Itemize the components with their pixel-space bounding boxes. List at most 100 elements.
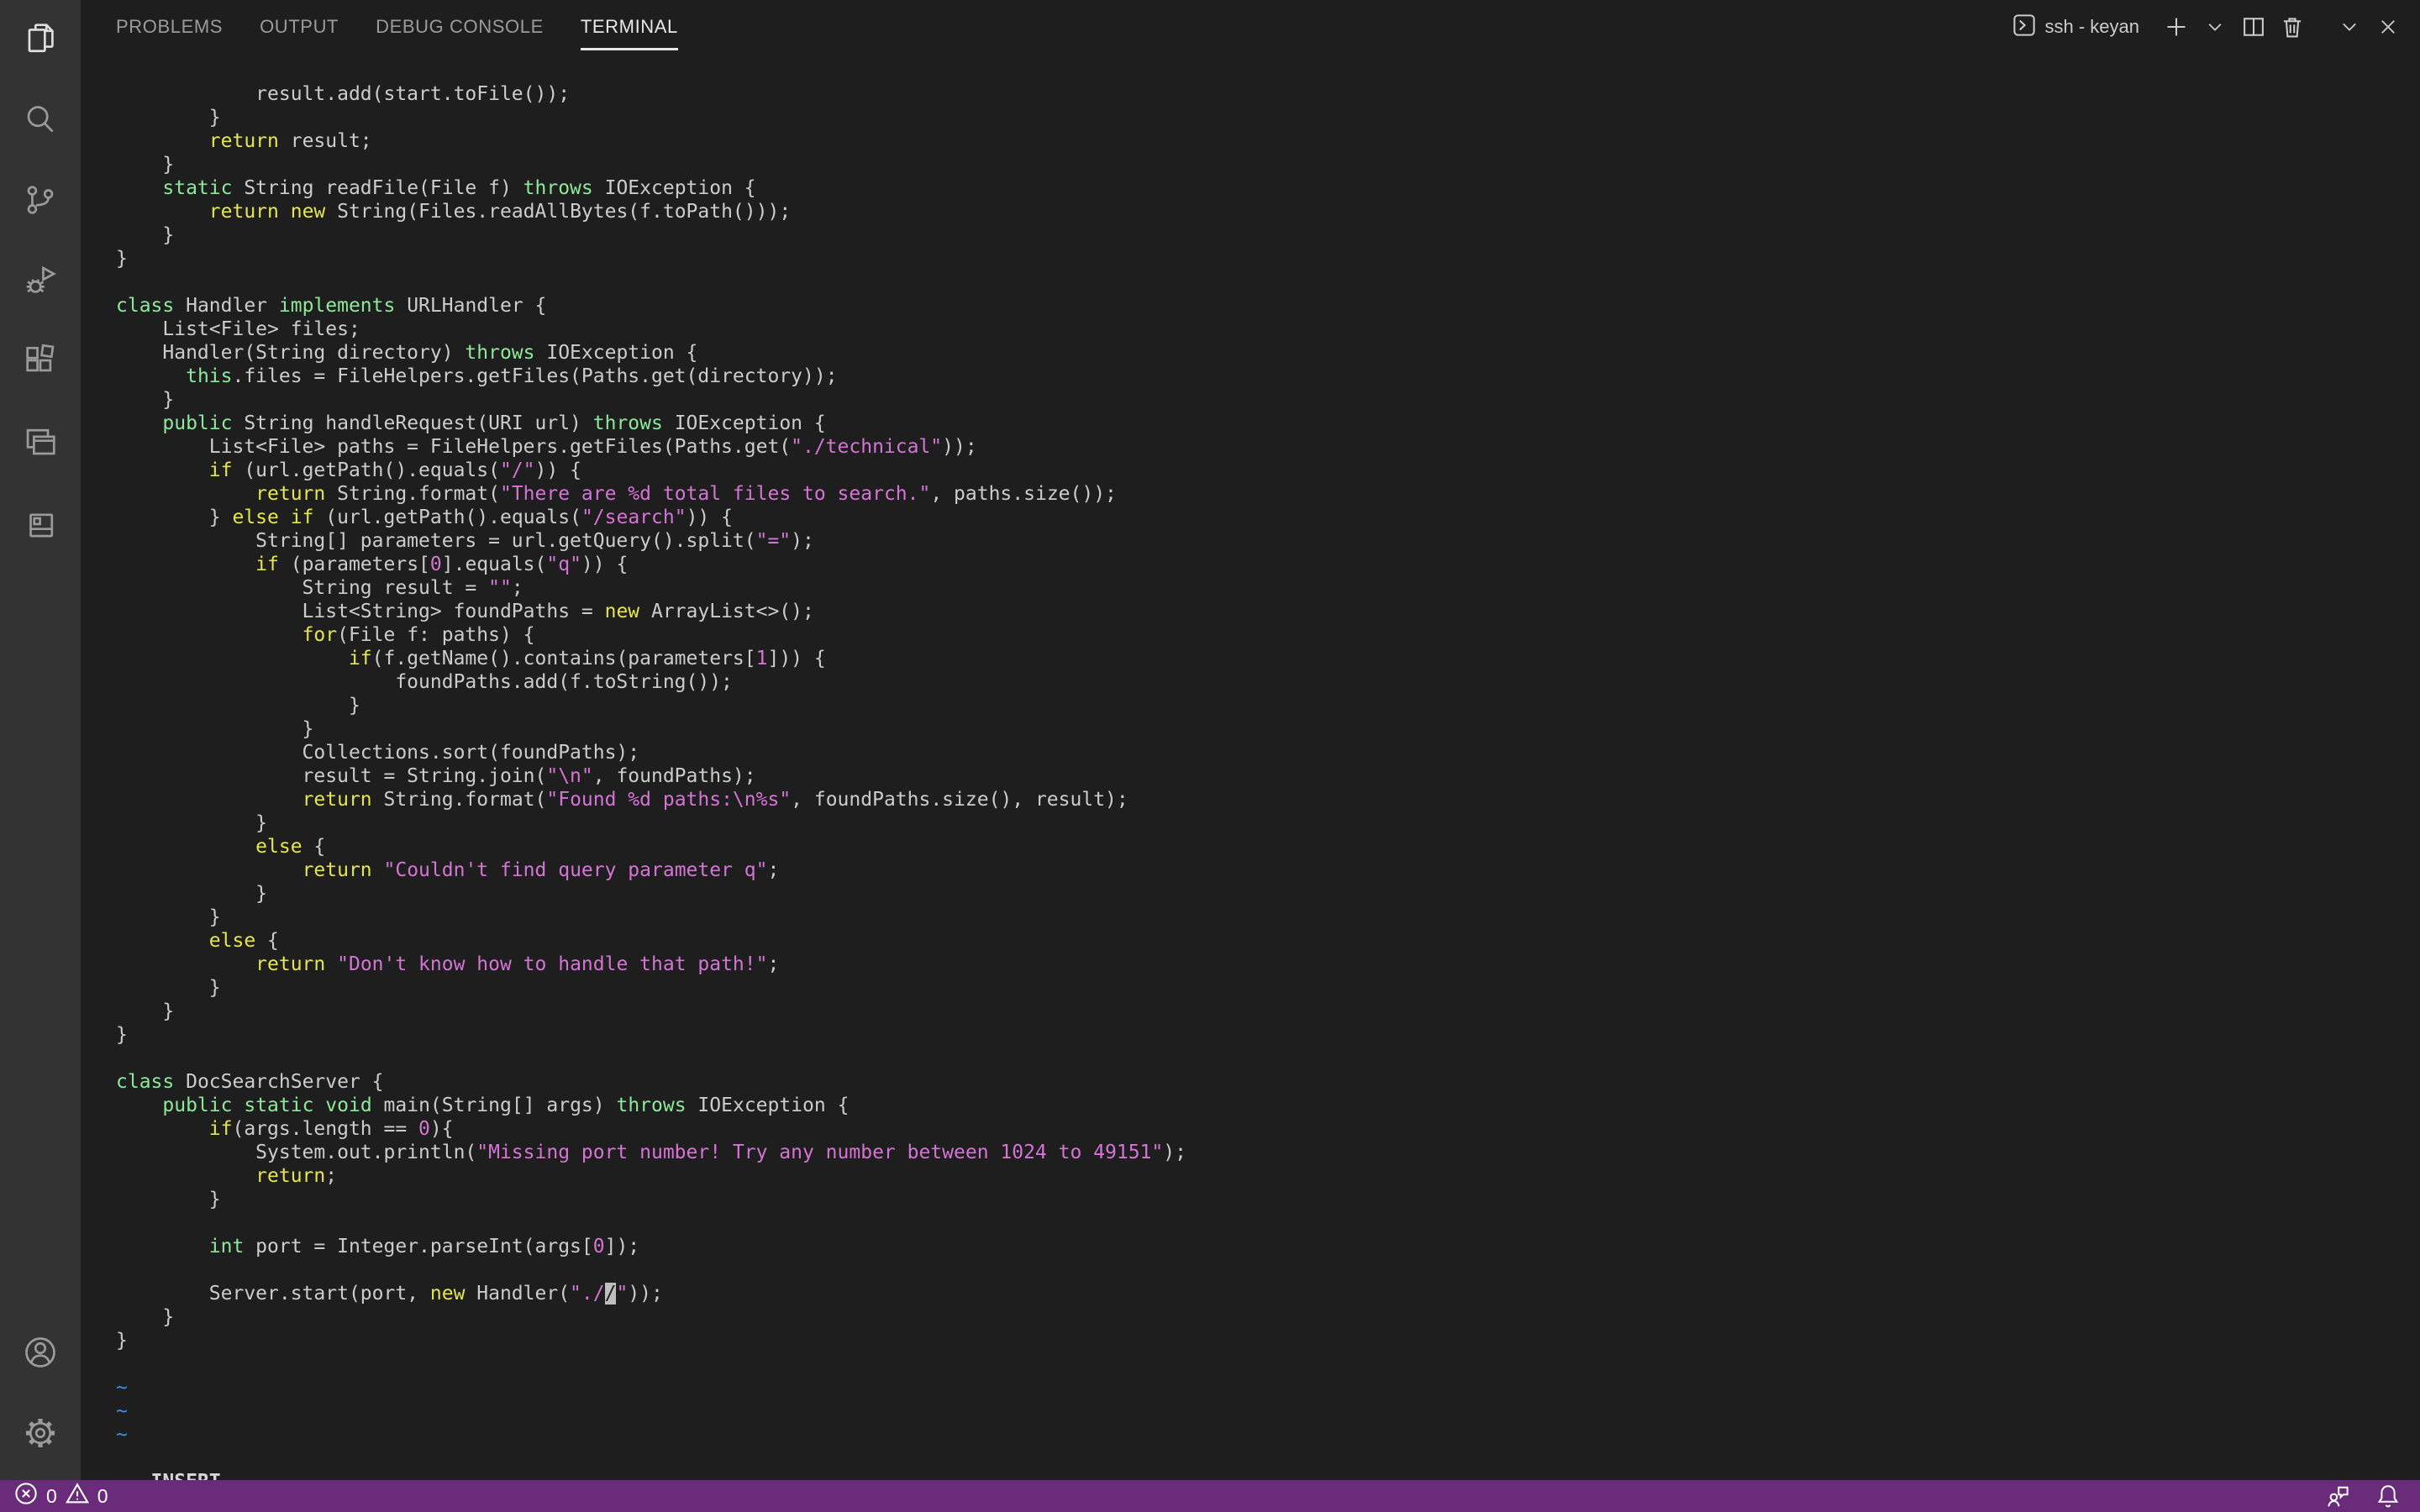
debug-bug-icon [21, 261, 60, 304]
terminal-line: return; [116, 1164, 1186, 1188]
terminal-line: foundPaths.add(f.toString()); [116, 670, 1186, 694]
terminal-line: Collections.sort(foundPaths); [116, 741, 1186, 764]
terminal-line: List<File> paths = FileHelpers.getFiles(… [116, 435, 1186, 459]
terminal-line: for(File f: paths) { [116, 623, 1186, 647]
terminal-line: } [116, 811, 1186, 835]
sidebar-item-panel-container[interactable] [0, 484, 81, 564]
terminal-session[interactable]: ssh - keyan [2012, 13, 2140, 42]
files-icon [21, 19, 60, 62]
error-icon [13, 1481, 39, 1511]
terminal-line: } [116, 717, 1186, 741]
extensions-icon [21, 342, 60, 385]
vscode-window: PROBLEMS OUTPUT DEBUG CONSOLE TERMINAL s… [0, 0, 2420, 1512]
terminal-line: } [116, 976, 1186, 1000]
terminal-line: ~ [116, 1376, 1186, 1399]
terminal-line: } else if (url.getPath().equals("/search… [116, 506, 1186, 529]
terminal-line [116, 1047, 1186, 1070]
terminal-line: } [116, 106, 1186, 129]
terminal-line: Handler(String directory) throws IOExcep… [116, 341, 1186, 365]
terminal-line: return "Don't know how to handle that pa… [116, 953, 1186, 976]
search-icon [21, 100, 60, 143]
kill-terminal-icon[interactable] [2279, 13, 2306, 40]
terminal-cursor: / [605, 1283, 617, 1305]
sidebar-item-search[interactable] [0, 81, 81, 161]
windows-icon [21, 423, 60, 465]
terminal-line: if (url.getPath().equals("/")) { [116, 459, 1186, 482]
terminal-panel: PROBLEMS OUTPUT DEBUG CONSOLE TERMINAL s… [81, 0, 2420, 1480]
terminal-line: return String.format("Found %d paths:\n%… [116, 788, 1186, 811]
new-terminal-icon[interactable] [2163, 13, 2190, 40]
feedback-icon[interactable] [2324, 1483, 2351, 1509]
terminal-line: public String handleRequest(URI url) thr… [116, 412, 1186, 435]
bell-icon[interactable] [2375, 1483, 2402, 1509]
sidebar-item-settings[interactable] [0, 1394, 81, 1475]
terminal-line: return "Couldn't find query parameter q"… [116, 858, 1186, 882]
terminal-line: } [116, 153, 1186, 176]
terminal-line: result.add(start.toFile()); [116, 82, 1186, 106]
warning-icon [65, 1481, 90, 1511]
terminal-line: } [116, 1329, 1186, 1352]
terminal-line: } [116, 906, 1186, 929]
terminal-line: if (parameters[0].equals("q")) { [116, 553, 1186, 576]
git-branch-icon [21, 181, 60, 223]
status-bar: 0 0 [0, 1480, 2420, 1512]
terminal-line: class DocSearchServer { [116, 1070, 1186, 1094]
tab-output[interactable]: OUTPUT [241, 0, 357, 54]
split-terminal-icon[interactable] [2240, 13, 2267, 40]
terminal-line: return String.format("There are %d total… [116, 482, 1186, 506]
terminal-line: } [116, 247, 1186, 270]
terminal-line: String result = ""; [116, 576, 1186, 600]
terminal-line: if(f.getName().contains(parameters[1])) … [116, 647, 1186, 670]
terminal-dropdown-chevron-icon[interactable] [2202, 13, 2228, 40]
terminal-view[interactable]: result.add(start.toFile()); } return res… [81, 54, 2420, 1480]
sidebar-item-run-debug[interactable] [0, 242, 81, 323]
terminal-line: } [116, 882, 1186, 906]
tab-terminal[interactable]: TERMINAL [562, 0, 697, 54]
warning-count: 0 [97, 1485, 108, 1508]
terminal-line: static String readFile(File f) throws IO… [116, 176, 1186, 200]
sidebar-item-remote-explorer[interactable] [0, 403, 81, 484]
tab-debug-console[interactable]: DEBUG CONSOLE [357, 0, 562, 54]
terminal-line: } [116, 223, 1186, 247]
terminal-line: List<String> foundPaths = new ArrayList<… [116, 600, 1186, 623]
terminal-line: return new String(Files.readAllBytes(f.t… [116, 200, 1186, 223]
terminal-line [116, 270, 1186, 294]
terminal-line: ~ [116, 1399, 1186, 1423]
gear-icon [21, 1414, 60, 1457]
terminal-line: } [116, 1188, 1186, 1211]
close-panel-icon[interactable] [2375, 13, 2402, 40]
sidebar-item-account[interactable] [0, 1314, 81, 1394]
terminal-line: System.out.println("Missing port number!… [116, 1141, 1186, 1164]
terminal-line: } [116, 1305, 1186, 1329]
tab-problems[interactable]: PROBLEMS [97, 0, 241, 54]
problems-status[interactable]: 0 0 [13, 1481, 108, 1511]
panel-header: PROBLEMS OUTPUT DEBUG CONSOLE TERMINAL s… [81, 0, 2420, 54]
error-count: 0 [46, 1485, 57, 1508]
terminal-line: if(args.length == 0){ [116, 1117, 1186, 1141]
terminal-line: public static void main(String[] args) t… [116, 1094, 1186, 1117]
terminal-line: class Handler implements URLHandler { [116, 294, 1186, 318]
terminal-line: List<File> files; [116, 318, 1186, 341]
sidebar-item-source-control[interactable] [0, 161, 81, 242]
vim-mode-indicator: -- INSERT -- [116, 1470, 255, 1480]
terminal-output: result.add(start.toFile()); } return res… [116, 82, 1186, 1446]
terminal-line: result = String.join("\n", foundPaths); [116, 764, 1186, 788]
terminal-line: } [116, 1000, 1186, 1023]
panel-actions: ssh - keyan [2012, 13, 2420, 42]
terminal-line: String[] parameters = url.getQuery().spl… [116, 529, 1186, 553]
terminal-line [116, 1352, 1186, 1376]
panel-chevron-icon[interactable] [2336, 13, 2363, 40]
container-icon [21, 503, 60, 546]
terminal-line: } [116, 1023, 1186, 1047]
activity-bar [0, 0, 81, 1480]
terminal-line: int port = Integer.parseInt(args[0]); [116, 1235, 1186, 1258]
terminal-line [116, 1211, 1186, 1235]
terminal-session-label: ssh - keyan [2045, 16, 2140, 38]
terminal-line: this.files = FileHelpers.getFiles(Paths.… [116, 365, 1186, 388]
terminal-line: else { [116, 929, 1186, 953]
terminal-line: ~ [116, 1423, 1186, 1446]
sidebar-item-extensions[interactable] [0, 323, 81, 403]
terminal-line: Server.start(port, new Handler(".//")); [116, 1282, 1186, 1305]
sidebar-item-explorer[interactable] [0, 0, 81, 81]
terminal-badge-icon [2012, 13, 2037, 42]
